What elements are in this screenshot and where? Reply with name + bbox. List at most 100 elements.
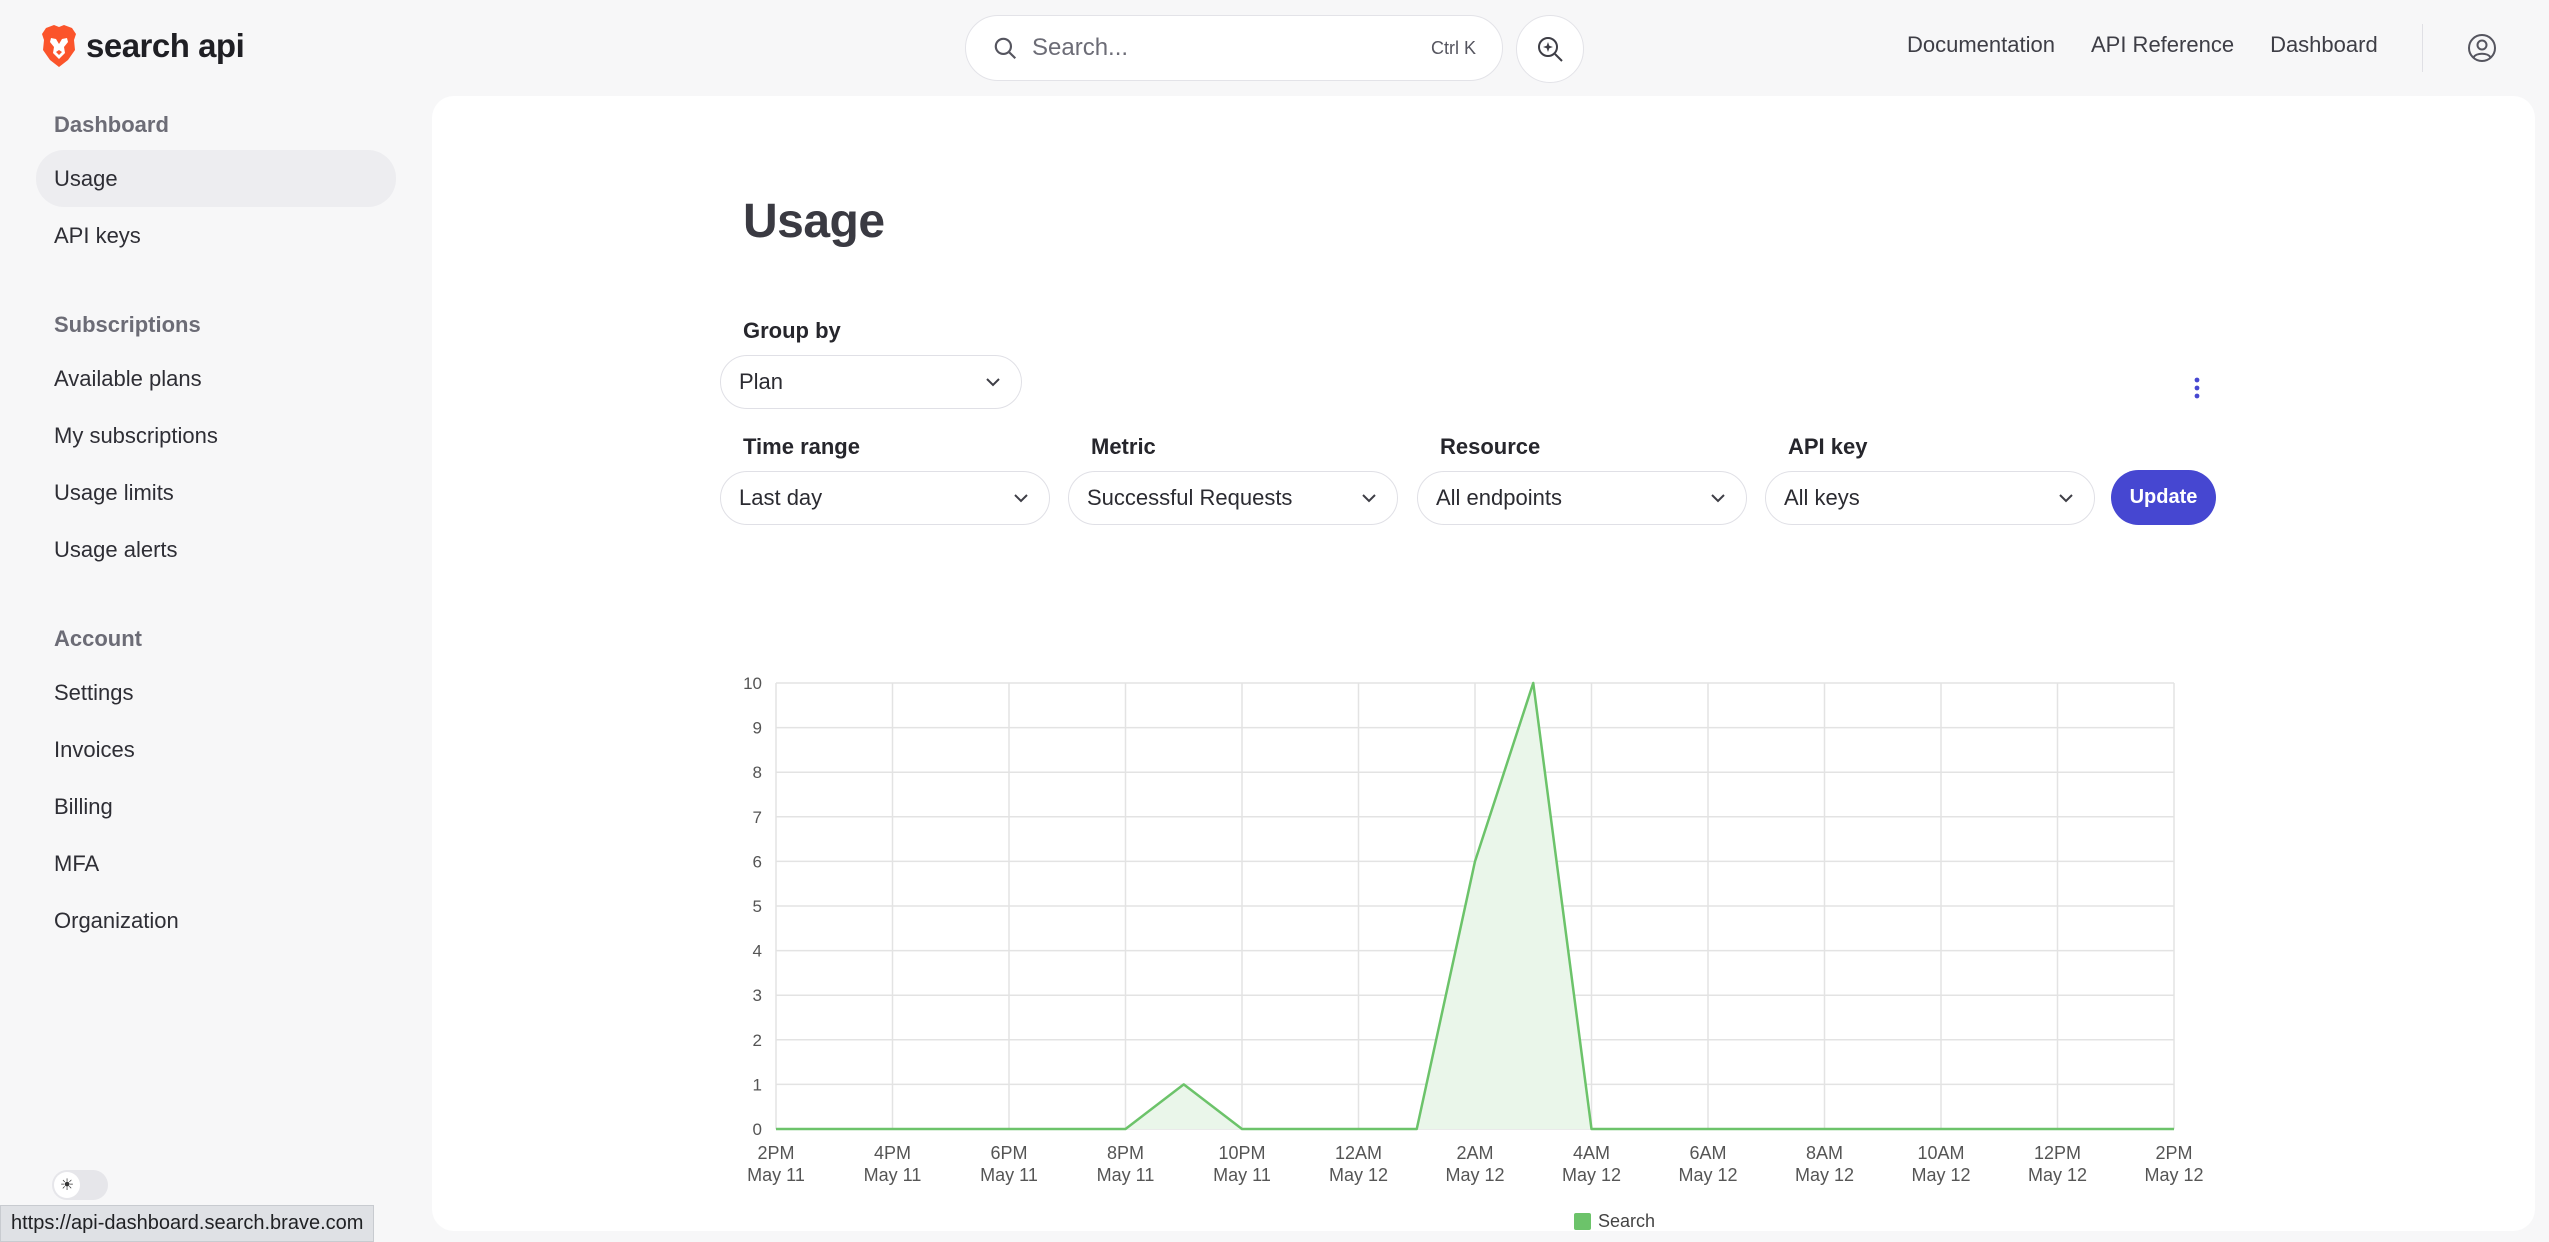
top-bar: search api Ctrl K Documentation API Refe… [0,0,2549,95]
nav-api-reference-link[interactable]: API Reference [2091,32,2234,58]
ai-search-icon [1538,37,1563,62]
x-tick-sublabel: May 12 [1795,1165,1854,1185]
x-tick-label: 10AM [1917,1143,1964,1163]
lion-logo-icon [42,25,76,67]
y-tick-label: 4 [753,942,762,961]
y-tick-label: 2 [753,1031,762,1050]
x-tick-label: 8AM [1806,1143,1843,1163]
sidebar-item-usage[interactable]: Usage [36,150,396,207]
x-tick-label: 12PM [2034,1143,2081,1163]
resource-select[interactable]: All endpoints [1417,471,1747,525]
nav-dashboard-link[interactable]: Dashboard [2270,32,2378,58]
x-tick-label: 6PM [990,1143,1027,1163]
sidebar-item-billing[interactable]: Billing [36,778,396,835]
metric-label: Metric [1091,434,1156,459]
x-tick-sublabel: May 11 [1097,1165,1155,1185]
y-tick-label: 3 [753,986,762,1005]
update-button[interactable]: Update [2111,470,2216,525]
x-tick-label: 2PM [2155,1143,2192,1163]
y-tick-label: 0 [753,1120,762,1139]
group-by-label: Group by [743,318,841,343]
y-tick-label: 8 [753,763,762,782]
api-key-label: API key [1788,434,1868,459]
chevron-down-icon [986,378,1000,387]
x-tick-label: 4PM [874,1143,911,1163]
x-tick-sublabel: May 11 [864,1165,922,1185]
x-tick-sublabel: May 11 [747,1165,805,1185]
sidebar-heading-dashboard: Dashboard [54,112,169,137]
x-tick-sublabel: May 12 [1562,1165,1621,1185]
y-tick-label: 1 [753,1075,762,1094]
api-key-select[interactable]: All keys [1765,471,2095,525]
ai-search-button[interactable] [1516,15,1584,83]
x-tick-sublabel: May 12 [1445,1165,1504,1185]
x-tick-sublabel: May 12 [1911,1165,1970,1185]
main-panel: Usage Group by Plan Time range Last day … [432,96,2535,1231]
y-tick-label: 7 [753,808,762,827]
x-tick-sublabel: May 12 [1329,1165,1388,1185]
search-icon [994,37,1017,60]
sidebar-item-settings[interactable]: Settings [36,664,396,721]
sidebar-heading-subscriptions: Subscriptions [54,312,201,337]
chevron-down-icon [1014,494,1028,503]
nav-documentation-link[interactable]: Documentation [1907,32,2055,58]
sidebar-item-mfa[interactable]: MFA [36,835,396,892]
x-tick-sublabel: May 12 [1678,1165,1737,1185]
legend-swatch [1574,1213,1591,1230]
x-tick-sublabel: May 12 [2144,1165,2203,1185]
sidebar-item-api-keys[interactable]: API keys [36,207,396,264]
account-icon[interactable] [2466,32,2498,64]
sidebar-item-usage-alerts[interactable]: Usage alerts [36,521,396,578]
x-tick-sublabel: May 11 [980,1165,1038,1185]
x-tick-label: 2AM [1456,1143,1493,1163]
x-tick-label: 12AM [1335,1143,1382,1163]
more-vertical-icon [2194,377,2200,399]
resource-label: Resource [1440,434,1541,459]
x-tick-label: 8PM [1107,1143,1144,1163]
y-tick-label: 5 [753,897,762,916]
brand-logo[interactable]: search api [40,24,245,68]
sidebar-heading-account: Account [54,626,142,651]
link-preview-status-bar: https://api-dashboard.search.brave.com [0,1205,375,1242]
y-tick-label: 10 [743,674,762,693]
api-key-value: All keys [1784,485,1860,510]
time-range-value: Last day [739,485,823,510]
sidebar-item-my-subscriptions[interactable]: My subscriptions [36,407,396,464]
chart-legend: Search [1574,1211,1655,1231]
group-by-value: Plan [739,369,784,394]
sun-icon: ☀ [54,1172,80,1198]
x-tick-label: 2PM [757,1143,794,1163]
chevron-down-icon [1362,494,1376,503]
metric-select[interactable]: Successful Requests [1068,471,1398,525]
sidebar-item-invoices[interactable]: Invoices [36,721,396,778]
time-range-label: Time range [743,434,860,459]
legend-label[interactable]: Search [1598,1211,1655,1231]
x-tick-sublabel: May 11 [1213,1165,1271,1185]
more-options-button[interactable] [2182,368,2212,408]
x-tick-label: 10PM [1218,1143,1265,1163]
top-nav: Documentation API Reference Dashboard [1907,32,2378,58]
theme-toggle[interactable]: ☀ [52,1170,108,1200]
y-tick-label: 9 [753,719,762,738]
sidebar-item-organization[interactable]: Organization [36,892,396,949]
usage-chart: 0123456789102PMMay 114PMMay 116PMMay 118… [743,674,2203,1231]
search-input[interactable] [1032,34,1421,62]
chevron-down-icon [2059,494,2073,503]
x-tick-label: 4AM [1573,1143,1610,1163]
search-shortcut: Ctrl K [1431,37,1476,58]
y-tick-label: 6 [753,852,762,871]
search-bar[interactable]: Ctrl K [965,15,1503,81]
sidebar-item-usage-limits[interactable]: Usage limits [36,464,396,521]
x-tick-label: 6AM [1689,1143,1726,1163]
brand-name: search api [86,27,245,64]
x-tick-sublabel: May 12 [2028,1165,2087,1185]
page-title: Usage [743,195,885,248]
metric-value: Successful Requests [1087,485,1293,510]
time-range-select[interactable]: Last day [720,471,1050,525]
sidebar-item-available-plans[interactable]: Available plans [36,350,396,407]
chevron-down-icon [1711,494,1725,503]
group-by-select[interactable]: Plan [720,355,1022,409]
sidebar: Dashboard Usage API keys Subscriptions A… [36,100,396,949]
